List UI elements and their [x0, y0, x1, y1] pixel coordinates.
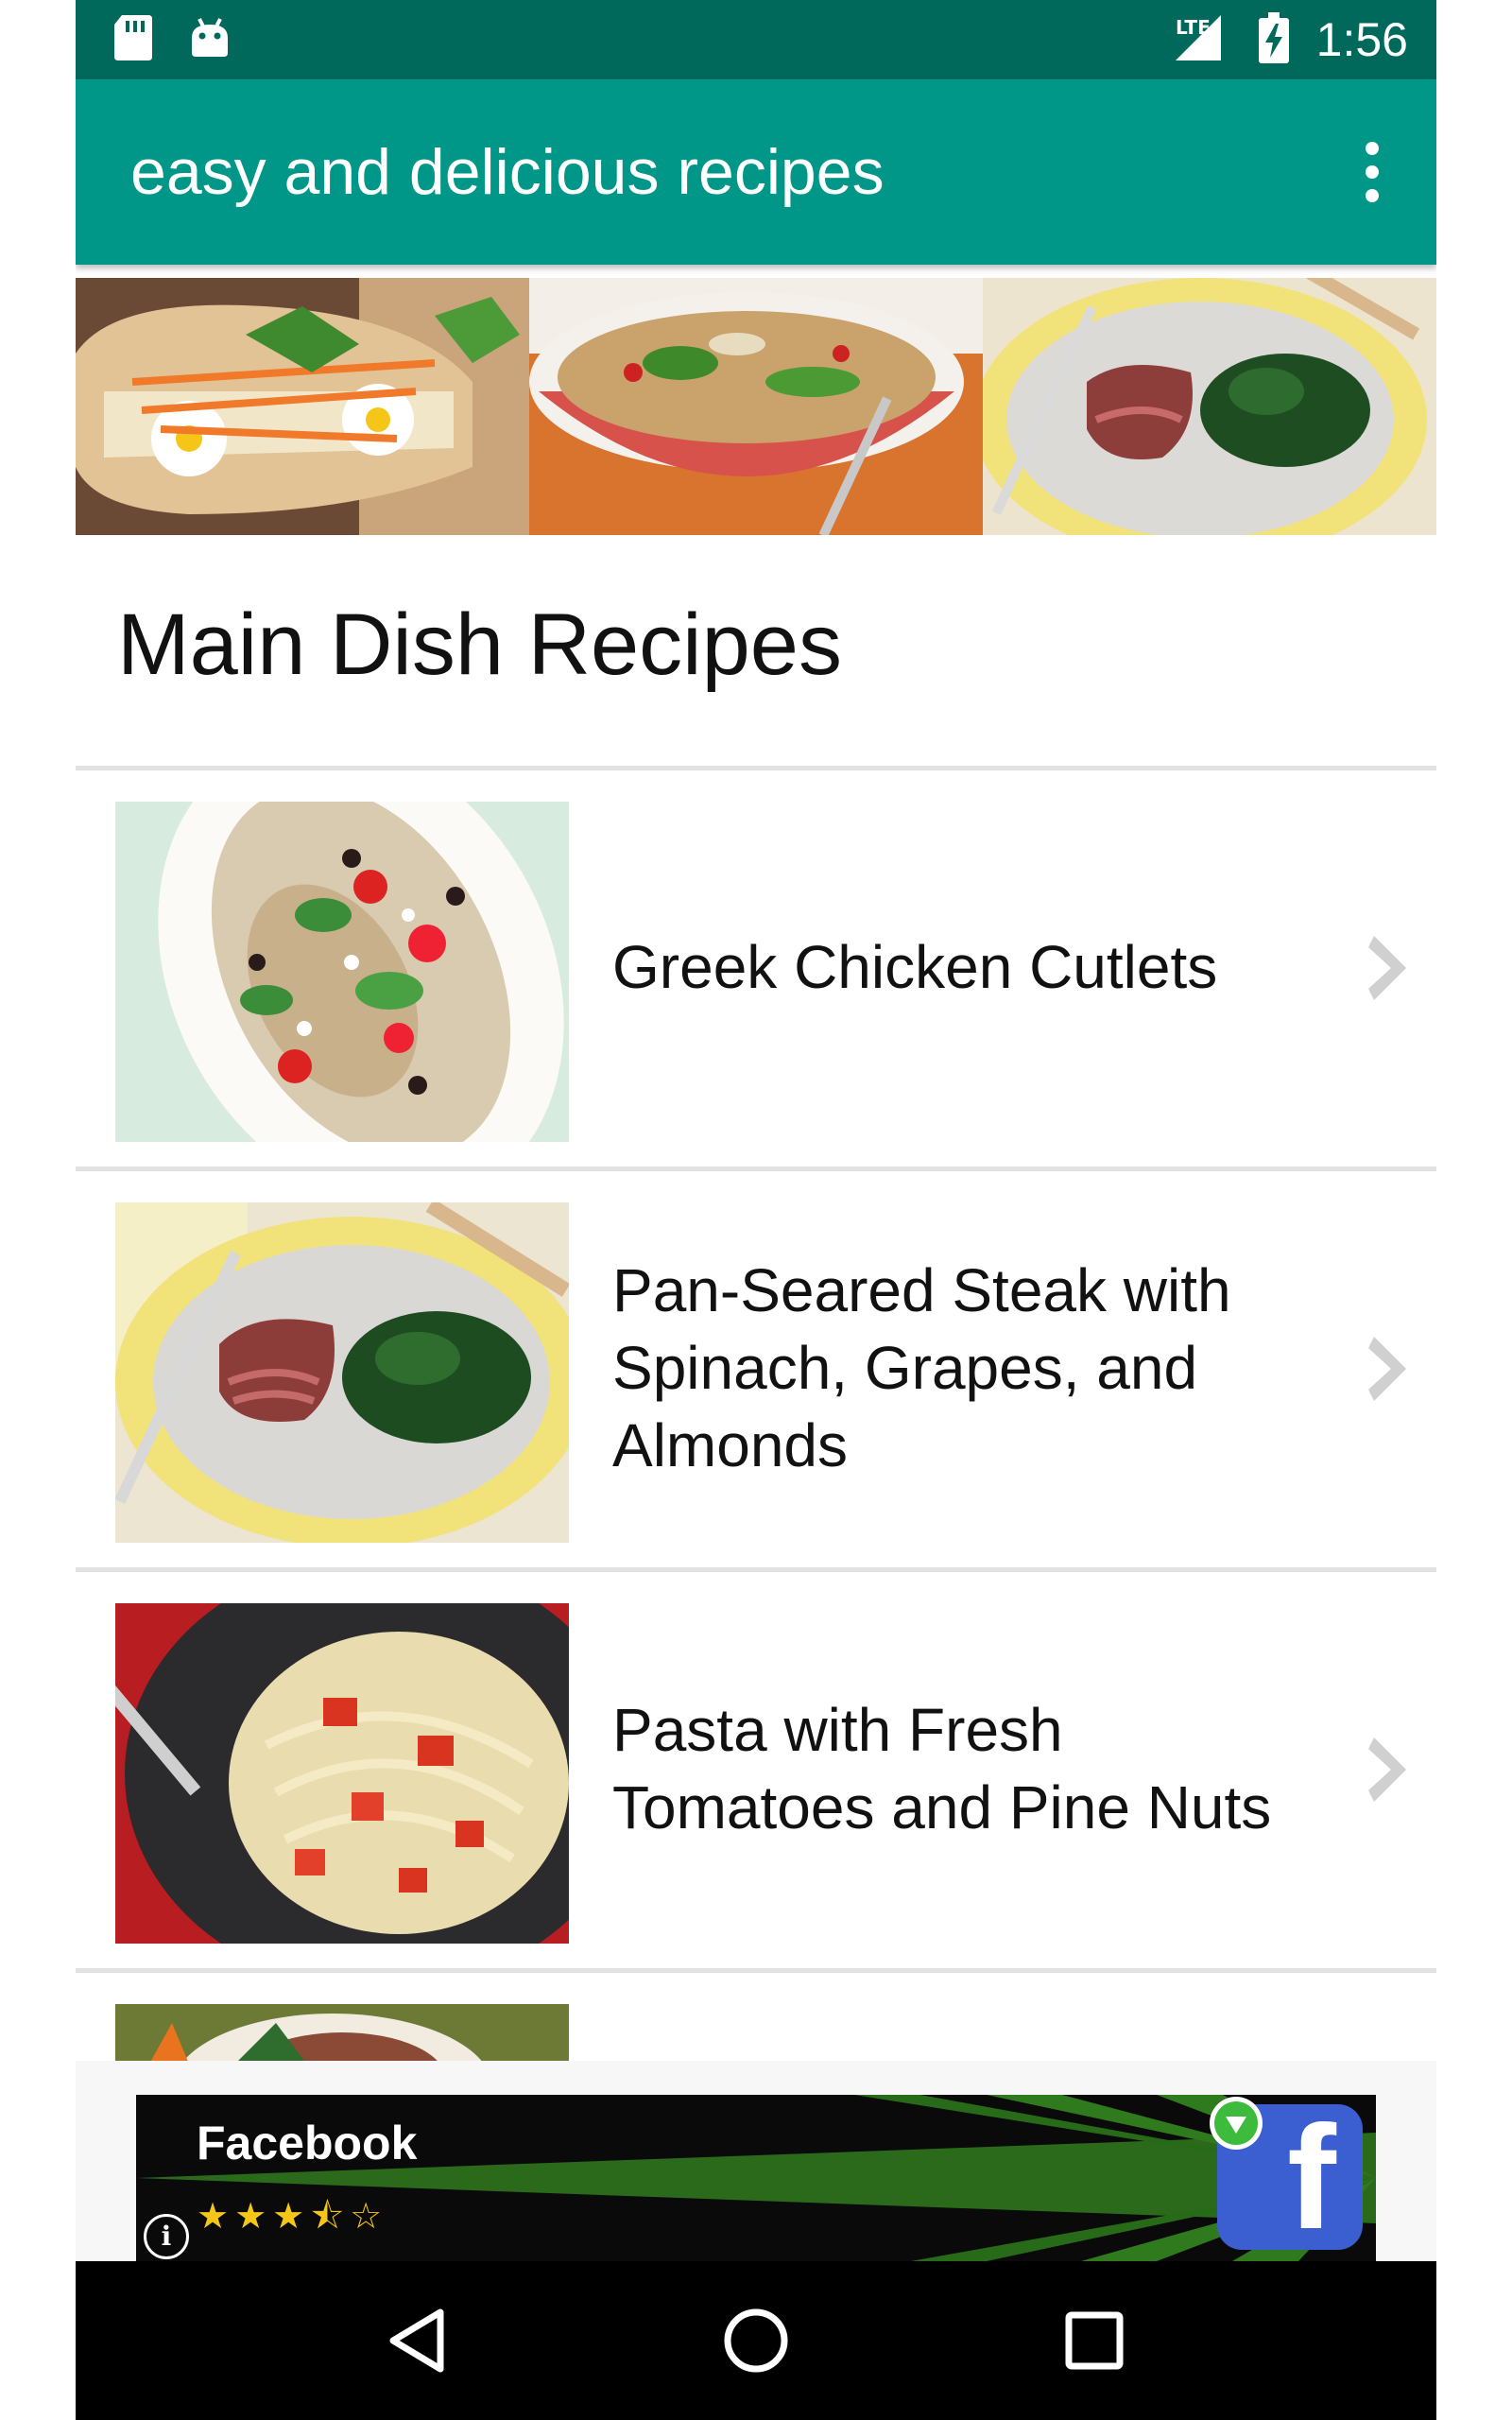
navigation-bar [76, 2261, 1436, 2420]
info-icon[interactable]: i [144, 2214, 189, 2259]
divider [76, 1567, 1436, 1572]
banner-image-sandwich [76, 278, 529, 535]
banner-image-steak [973, 248, 1436, 562]
recipe-row-pan-seared-steak[interactable]: Pan-Seared Steak with Spinach, Grapes, a… [76, 1172, 1436, 1564]
recipe-thumbnail-pasta [115, 1603, 569, 1944]
ad-title: Facebook [197, 2117, 418, 2169]
recipe-title: Pasta with Fresh Tomatoes and Pine Nuts [612, 1696, 1272, 1841]
app-title: easy and delicious recipes [130, 136, 885, 208]
back-icon[interactable] [374, 2297, 461, 2384]
section-heading: Main Dish Recipes [117, 596, 842, 693]
divider [76, 766, 1436, 770]
clock: 1:56 [1315, 13, 1408, 66]
facebook-logo-letter: f [1287, 2104, 1336, 2250]
recipe-row-pasta[interactable]: Pasta with Fresh Tomatoes and Pine Nuts [76, 1573, 1436, 1964]
svg-text:LTE: LTE [1176, 16, 1211, 39]
lte-signal-icon: LTE [1174, 13, 1223, 62]
chevron-right-icon [1363, 1333, 1416, 1405]
recents-icon[interactable] [1051, 2297, 1138, 2384]
home-icon[interactable] [713, 2297, 799, 2384]
recipe-thumbnail-pan-seared-steak [115, 1202, 569, 1543]
divider [76, 1167, 1436, 1171]
ad-container: Facebook ★★★⯪☆ i f [76, 2061, 1436, 2261]
status-bar: LTE 1:56 [76, 0, 1436, 79]
android-icon [187, 13, 232, 62]
divider [76, 1968, 1436, 1973]
app-bar: easy and delicious recipes [76, 79, 1436, 265]
app-screen: LTE 1:56 easy and delicious recipes Main… [76, 0, 1436, 2420]
recipe-row-greek-chicken[interactable]: Greek Chicken Cutlets [76, 771, 1436, 1163]
recipe-title: Pan-Seared Steak with Spinach, Grapes, a… [612, 1256, 1231, 1479]
header-banner [76, 248, 1436, 562]
download-icon [1210, 2097, 1263, 2150]
more-vert-icon[interactable] [1353, 142, 1391, 202]
sd-card-icon [112, 13, 155, 62]
recipe-thumbnail-greek-chicken [115, 802, 569, 1142]
chevron-right-icon [1363, 1734, 1416, 1806]
banner-image-stir-fry [529, 278, 983, 538]
rating-stars: ★★★⯪☆ [197, 2195, 388, 2237]
ad-banner[interactable]: Facebook ★★★⯪☆ i f [136, 2095, 1376, 2261]
battery-charging-icon [1255, 12, 1293, 63]
chevron-right-icon [1363, 932, 1416, 1004]
recipe-title: Greek Chicken Cutlets [612, 933, 1218, 1001]
